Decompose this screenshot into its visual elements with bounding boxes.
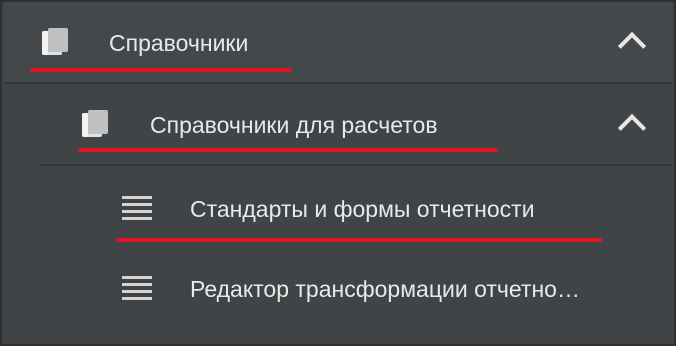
menu-item-spravochniki-dlya-raschetov[interactable]: Справочники для расчетов — [4, 84, 672, 164]
highlight-underline-item — [116, 238, 602, 242]
menu-item-label: Справочники — [109, 30, 249, 56]
menu-item-standards-forms[interactable]: Стандарты и формы отчетности — [4, 166, 672, 246]
menu-item-label: Редактор трансформации отчетно… — [190, 276, 580, 302]
highlight-underline-top — [30, 68, 292, 72]
menu-item-transformation-editor[interactable]: Редактор трансформации отчетно… — [4, 248, 672, 328]
book-icon — [42, 28, 70, 56]
list-icon — [122, 276, 152, 300]
chevron-up-icon[interactable] — [617, 31, 647, 61]
list-icon — [122, 196, 152, 220]
menu-item-label: Справочники для расчетов — [150, 112, 438, 138]
chevron-up-icon[interactable] — [617, 113, 647, 143]
highlight-underline-sub — [78, 148, 498, 152]
book-icon — [82, 110, 110, 138]
navigation-tree: Справочники Справочники для расчетов Ста… — [0, 0, 676, 346]
menu-item-label: Стандарты и формы отчетности — [190, 196, 535, 222]
